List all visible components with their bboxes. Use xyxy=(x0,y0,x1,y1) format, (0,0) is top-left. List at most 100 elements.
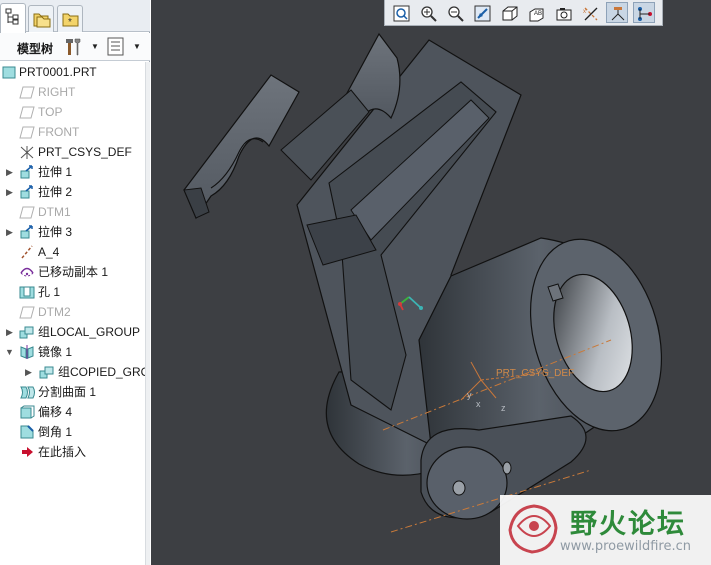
favorites-tab-icon: * xyxy=(62,13,79,28)
display-style-icon xyxy=(502,6,518,21)
view-manager-button[interactable] xyxy=(552,2,574,23)
extrude-icon xyxy=(20,165,33,179)
tree-item-axis[interactable]: A_4 xyxy=(0,242,145,262)
tree-item-root[interactable]: PRT0001.PRT xyxy=(0,62,145,82)
show-dropdown-arrow[interactable]: ▼ xyxy=(133,42,141,51)
expand-arrow[interactable]: ▶ xyxy=(6,327,15,337)
expand-arrow[interactable]: ▶ xyxy=(25,367,34,377)
navigator-tabs: * xyxy=(0,0,150,33)
csys-axis-y: y xyxy=(467,390,472,400)
folder-browser-tab-icon xyxy=(33,13,51,28)
watermark-url: www.proewildfire.cn xyxy=(560,539,691,554)
extrude-icon xyxy=(20,185,33,199)
expand-arrow[interactable]: ▶ xyxy=(6,167,15,177)
refit-icon xyxy=(393,5,410,22)
zoom-in-button[interactable] xyxy=(417,2,439,23)
datum-plane-icon xyxy=(19,206,35,219)
refit-button[interactable] xyxy=(390,2,412,23)
axis-icon xyxy=(21,245,33,259)
tree-item-label: 已移动副本 1 xyxy=(38,265,109,279)
tree-item-label: 分割曲面 1 xyxy=(38,385,97,399)
tree-item-label: PRT0001.PRT xyxy=(19,65,97,79)
tree-item-label: 在此插入 xyxy=(38,445,87,459)
tree-item-label: 镜像 1 xyxy=(38,345,73,359)
tree-item-label: 拉伸 2 xyxy=(38,185,73,199)
annotation-display-button[interactable] xyxy=(633,2,655,23)
datum-plane-icon xyxy=(19,126,35,139)
tree-item-label: 组LOCAL_GROUP xyxy=(38,325,141,339)
csys-axis-x: x xyxy=(476,399,481,409)
watermark-title: 野火论坛 xyxy=(570,509,686,540)
part-model[interactable] xyxy=(151,0,711,565)
tree-item-extrude-2[interactable]: ▶ 拉伸 2 xyxy=(0,182,145,202)
tree-item-csys[interactable]: PRT_CSYS_DEF xyxy=(0,142,145,162)
mirror-icon xyxy=(20,345,34,359)
tree-item-split-surface[interactable]: 分割曲面 1 xyxy=(0,382,145,402)
hammer-wrench-icon[interactable] xyxy=(63,37,83,57)
tree-item-right[interactable]: RIGHT xyxy=(0,82,145,102)
tab-favorites[interactable]: * xyxy=(57,5,83,32)
tree-item-chamfer[interactable]: 倒角 1 xyxy=(0,422,145,442)
tree-item-label: 倒角 1 xyxy=(38,425,73,439)
tab-folder-browser[interactable] xyxy=(28,5,54,32)
tree-item-label: 孔 1 xyxy=(38,285,61,299)
tree-item-label: 组COPIED_GROUP xyxy=(58,365,145,379)
tree-item-label: DTM2 xyxy=(38,305,71,319)
view-toolbar: AB x xyxy=(384,0,663,26)
datum-plane-icon xyxy=(19,306,35,319)
collapse-arrow[interactable]: ▼ xyxy=(5,347,14,357)
datum-plane-icon xyxy=(19,106,35,119)
moved-copy-icon xyxy=(20,267,34,277)
tree-item-extrude-3[interactable]: ▶ 拉伸 3 xyxy=(0,222,145,242)
svg-text:x: x xyxy=(583,9,586,15)
tree-item-offset[interactable]: 偏移 4 xyxy=(0,402,145,422)
repaint-icon xyxy=(474,5,491,22)
datum-display-button[interactable]: x xyxy=(579,2,601,23)
tree-item-insert-here[interactable]: 在此插入 xyxy=(0,442,145,462)
split-surface-icon xyxy=(20,386,35,399)
navigator-panel: * 模型树 ▼ ▼ PRT0001.PRT RIGHT TOP FRONT PR… xyxy=(0,0,150,565)
tab-model-tree[interactable] xyxy=(0,3,26,33)
repaint-button[interactable] xyxy=(471,2,493,23)
tree-item-label: 拉伸 1 xyxy=(38,165,73,179)
tree-item-moved-copy[interactable]: 已移动副本 1 xyxy=(0,262,145,282)
zoom-out-button[interactable] xyxy=(444,2,466,23)
model-tree-toolbar: 模型树 ▼ ▼ xyxy=(0,33,150,61)
tree-item-dtm2[interactable]: DTM2 xyxy=(0,302,145,322)
graphics-window[interactable]: PRT_CSYS_DEF y x z AB x xyxy=(151,0,711,565)
csys-label[interactable]: PRT_CSYS_DEF xyxy=(496,368,574,379)
tree-item-label: DTM1 xyxy=(38,205,71,219)
tree-scrollbar[interactable] xyxy=(145,62,150,565)
zoom-out-icon xyxy=(448,6,464,22)
part-icon xyxy=(2,66,16,79)
csys-icon xyxy=(20,146,34,159)
tree-item-label: 拉伸 3 xyxy=(38,225,73,239)
tree-item-label: PRT_CSYS_DEF xyxy=(38,145,132,159)
extrude-icon xyxy=(20,225,33,239)
settings-dropdown-arrow[interactable]: ▼ xyxy=(91,42,99,51)
tree-item-extrude-1[interactable]: ▶ 拉伸 1 xyxy=(0,162,145,182)
tree-item-hole[interactable]: 孔 1 xyxy=(0,282,145,302)
list-icon[interactable] xyxy=(107,37,125,57)
expand-arrow[interactable]: ▶ xyxy=(6,187,15,197)
tree-item-copied-group[interactable]: ▶ 组COPIED_GROUP xyxy=(0,362,145,382)
forum-logo-icon xyxy=(508,504,558,554)
group-icon xyxy=(39,366,54,379)
view-manager-icon xyxy=(556,8,572,21)
svg-text:*: * xyxy=(68,17,72,28)
tree-item-front[interactable]: FRONT xyxy=(0,122,145,142)
tree-item-label: TOP xyxy=(38,105,63,119)
tree-item-mirror[interactable]: ▼ 镜像 1 xyxy=(0,342,145,362)
csys-display-icon xyxy=(611,7,625,21)
csys-display-button[interactable] xyxy=(606,2,628,23)
tree-item-top[interactable]: TOP xyxy=(0,102,145,122)
chamfer-icon xyxy=(20,425,34,439)
display-style-button[interactable] xyxy=(498,2,520,23)
expand-arrow[interactable]: ▶ xyxy=(6,227,15,237)
tree-item-label: A_4 xyxy=(38,245,60,259)
saved-views-icon: AB xyxy=(529,8,544,22)
offset-icon xyxy=(20,405,35,419)
saved-views-button[interactable]: AB xyxy=(525,2,547,23)
tree-item-dtm1[interactable]: DTM1 xyxy=(0,202,145,222)
tree-item-local-group[interactable]: ▶ 组LOCAL_GROUP xyxy=(0,322,145,342)
